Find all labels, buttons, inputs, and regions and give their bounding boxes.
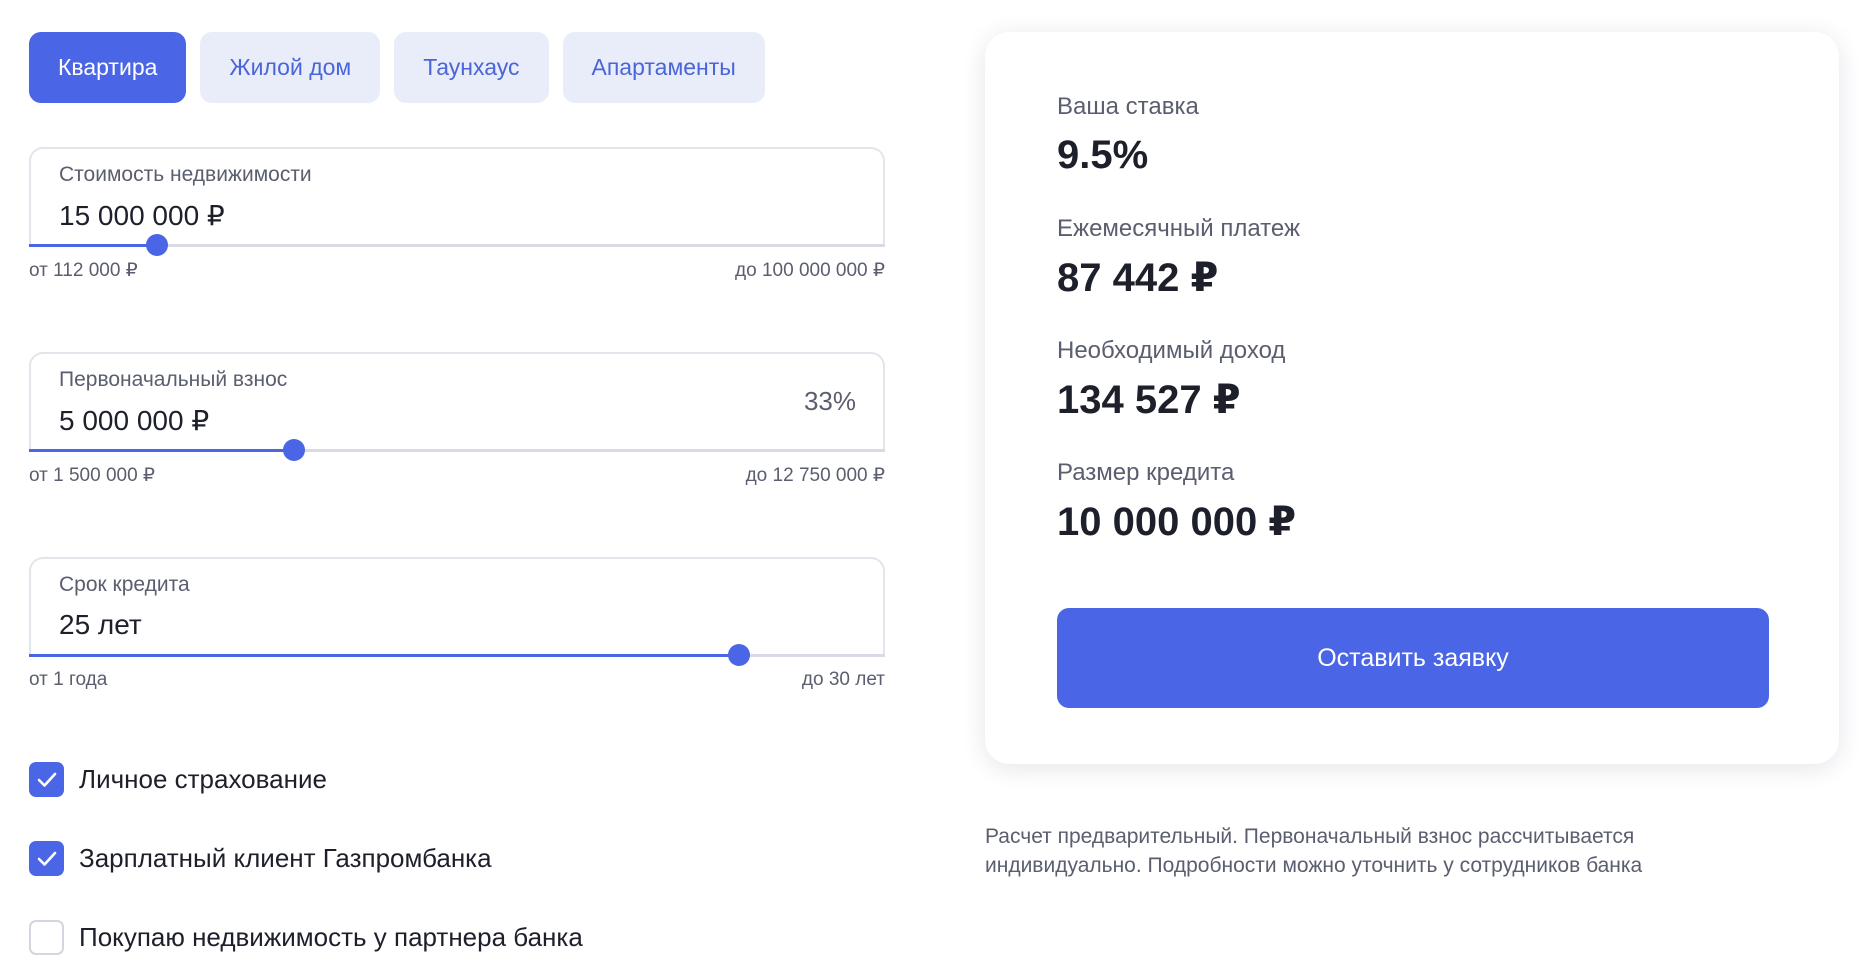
property-type-tabs: Квартира Жилой дом Таунхаус Апартаменты xyxy=(29,32,765,103)
payment-block: Ежемесячный платеж 87 442 ₽ xyxy=(1057,215,1300,301)
price-slider[interactable] xyxy=(29,234,885,256)
rate-block: Ваша ставка 9.5% xyxy=(1057,93,1199,178)
tab-house[interactable]: Жилой дом xyxy=(200,32,381,103)
bank-partner-checkbox[interactable] xyxy=(29,920,64,955)
tab-apartments[interactable]: Апартаменты xyxy=(562,32,765,103)
personal-insurance-label: Личное страхование xyxy=(79,764,327,794)
price-slider-fill xyxy=(29,244,158,247)
down-payment-slider-handle[interactable] xyxy=(283,439,306,461)
price-slider-handle[interactable] xyxy=(146,234,169,256)
bank-partner-label: Покупаю недвижимость у партнера банка xyxy=(79,922,583,952)
down-payment-slider-fill xyxy=(29,449,295,452)
tab-apartment[interactable]: Квартира xyxy=(29,32,187,103)
result-card: Ваша ставка 9.5% Ежемесячный платеж 87 4… xyxy=(985,32,1839,764)
tab-townhouse[interactable]: Таунхаус xyxy=(394,32,549,103)
term-field: Срок кредита 25 лет от 1 года до 30 лет xyxy=(29,557,885,690)
personal-insurance-checkbox[interactable] xyxy=(29,762,64,797)
checkmark-icon xyxy=(37,851,56,866)
down-payment-min-label: от 1 500 000 ₽ xyxy=(29,465,156,486)
income-label: Необходимый доход xyxy=(1057,337,1286,364)
rate-value: 9.5% xyxy=(1057,133,1149,177)
disclaimer-text: Расчет предварительный. Первоначальный в… xyxy=(985,825,1643,877)
price-value: 15 000 000 ₽ xyxy=(59,200,225,231)
price-max-label: до 100 000 000 ₽ xyxy=(735,260,885,281)
down-payment-field: Первоначальный взнос 5 000 000 ₽ 33% от … xyxy=(29,352,885,486)
term-input[interactable]: Срок кредита 25 лет xyxy=(29,557,885,657)
term-label: Срок кредита xyxy=(59,573,190,596)
down-payment-label: Первоначальный взнос xyxy=(59,368,288,391)
salary-client-label: Зарплатный клиент Газпромбанка xyxy=(79,843,492,873)
term-max-label: до 30 лет xyxy=(801,669,885,690)
price-input[interactable]: Стоимость недвижимости 15 000 000 ₽ xyxy=(29,147,885,247)
price-label: Стоимость недвижимости xyxy=(59,163,312,186)
loan-block: Размер кредита 10 000 000 ₽ xyxy=(1057,459,1296,545)
down-payment-max-label: до 12 750 000 ₽ xyxy=(745,465,885,486)
payment-value: 87 442 ₽ xyxy=(1057,256,1219,300)
income-block: Необходимый доход 134 527 ₽ xyxy=(1057,337,1285,423)
price-field: Стоимость недвижимости 15 000 000 ₽ от 1… xyxy=(29,147,885,281)
price-min-label: от 112 000 ₽ xyxy=(29,260,138,281)
salary-client-checkbox[interactable] xyxy=(29,841,64,876)
loan-value: 10 000 000 ₽ xyxy=(1057,500,1297,544)
rate-label: Ваша ставка xyxy=(1057,93,1199,120)
option-bank-partner[interactable]: Покупаю недвижимость у партнера банка xyxy=(29,920,583,955)
loan-label: Размер кредита xyxy=(1057,459,1235,486)
down-payment-slider[interactable] xyxy=(29,439,885,461)
term-slider-fill xyxy=(29,654,740,657)
apply-button[interactable]: Оставить заявку xyxy=(1057,608,1769,708)
checkmark-icon xyxy=(37,772,56,787)
down-payment-percent: 33% xyxy=(803,386,856,416)
payment-label: Ежемесячный платеж xyxy=(1057,215,1301,242)
term-min-label: от 1 года xyxy=(29,669,108,690)
term-value: 25 лет xyxy=(59,609,142,640)
income-value: 134 527 ₽ xyxy=(1057,378,1241,422)
option-personal-insurance[interactable]: Личное страхование xyxy=(29,762,327,797)
term-slider-handle[interactable] xyxy=(728,644,751,666)
term-slider[interactable] xyxy=(29,644,885,666)
down-payment-value: 5 000 000 ₽ xyxy=(59,405,210,436)
option-salary-client[interactable]: Зарплатный клиент Газпромбанка xyxy=(29,841,492,876)
down-payment-input[interactable]: Первоначальный взнос 5 000 000 ₽ 33% xyxy=(29,352,885,452)
